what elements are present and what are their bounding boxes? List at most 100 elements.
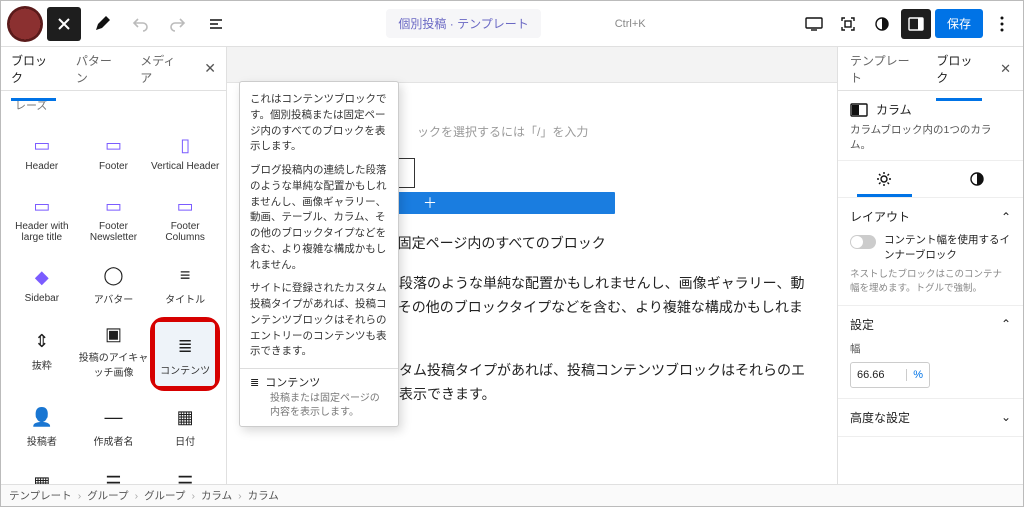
block-item-date[interactable]: ▦ 日付 [150,393,220,457]
block-item-avatar[interactable]: ◯アバター [79,251,149,315]
tooltip-paragraph: ブログ投稿内の連続した段落のような単純な配置かもしれませんし、画像ギャラリー、動… [250,163,388,273]
tab-template[interactable]: テンプレート [850,38,918,100]
tab-patterns[interactable]: パターン [76,38,120,100]
tab-block[interactable]: ブロック [936,38,982,100]
footer-icon: ▭ [102,135,124,157]
block-item-label: コンテンツ [160,362,210,377]
breadcrumb-item[interactable]: カラム [248,488,279,503]
width-input[interactable]: 66.66 % [850,362,930,388]
inserter-close-button[interactable]: ✕ [204,60,216,77]
block-item-label: 投稿のアイキャッチ画像 [79,349,149,379]
footer-news-icon: ▭ [102,195,124,217]
block-inserter-panel: ブロック パターン メディア ✕ レーズ ▭Header▭Footer▯Vert… [1,47,227,484]
block-item-modified[interactable]: ▦変更日 [7,459,77,484]
list-view-button[interactable] [199,7,233,41]
tab-blocks[interactable]: ブロック [11,38,56,100]
close-inserter-button[interactable] [47,7,81,41]
toggle-help-text: ネストしたブロックはこのコンテナ幅を埋めます。トグルで強制。 [850,268,1011,295]
section-settings-toggle[interactable]: 設定⌃ [850,316,1011,333]
block-item-cats[interactable]: ☰カテゴリー [79,459,149,484]
author-icon: 👤 [31,407,53,429]
block-name: カラム [876,101,912,118]
block-item-vertical-header[interactable]: ▯Vertical Header [150,119,220,183]
width-unit-select[interactable]: % [906,369,929,381]
breadcrumb-item[interactable]: カラム [201,488,232,503]
block-item-label: Header [25,161,58,172]
breadcrumb-separator: › [191,490,195,502]
block-item-header-large[interactable]: ▭ Header with large title [7,185,77,249]
block-item-author[interactable]: 👤 投稿者 [7,393,77,457]
undo-button[interactable] [123,7,157,41]
excerpt-icon: ⇕ [31,331,53,353]
breadcrumb-item[interactable]: テンプレート [9,488,72,503]
section-layout-toggle[interactable]: レイアウト⌃ [850,208,1011,225]
contrast-button[interactable] [867,9,897,39]
footer-cols-icon: ▭ [174,195,196,217]
block-item-footer-cols[interactable]: ▭ Footer Columns [150,185,220,249]
section-advanced: 高度な設定⌄ [838,399,1023,437]
block-item-label: Sidebar [25,293,59,304]
block-item-tags[interactable]: ☰タグ [150,459,220,484]
block-item-sidebar[interactable]: ◆Sidebar [7,251,77,315]
edit-tool-button[interactable] [85,7,119,41]
block-item-label: 投稿者 [27,433,57,448]
block-item-label: アバター [94,291,134,306]
block-item-label: Header with large title [7,221,77,243]
save-button[interactable]: 保存 [935,9,983,38]
subtab-styles[interactable] [931,161,1024,197]
settings-sidebar-button[interactable] [901,9,931,39]
canvas-toolbar-blank [227,47,837,83]
content-icon: ≣ [174,336,196,358]
block-description: カラムブロック内の1つのカラム。 [850,122,1011,152]
command-shortcut: Ctrl+K [615,18,646,30]
block-item-excerpt[interactable]: ⇕ 抜粋 [7,317,77,381]
tooltip-title: コンテンツ [265,375,320,392]
options-menu-button[interactable] [987,9,1017,39]
cats-icon: ☰ [102,473,124,485]
block-item-label: 抜粋 [32,357,52,372]
block-item-title[interactable]: ≡タイトル [150,251,220,315]
breadcrumb-item[interactable]: グループ [87,488,128,503]
inner-blocks-width-toggle[interactable] [850,235,876,249]
sidebar-close-button[interactable]: ✕ [1000,61,1011,77]
block-item-label: 日付 [175,433,195,448]
block-item-label: Footer Columns [150,221,220,243]
tab-media[interactable]: メディア [140,38,184,100]
section-advanced-toggle[interactable]: 高度な設定⌄ [850,409,1011,426]
chevron-up-icon: ⌃ [1001,210,1011,224]
tooltip-paragraph: これはコンテンツブロックです。個別投稿または固定ページ内のすべてのブロックを表示… [250,92,388,155]
settings-sidebar: テンプレート ブロック ✕ カラム カラムブロック内の1つのカラム。 レイアウト… [837,47,1023,484]
tooltip-paragraph: サイトに登録されたカスタム投稿タイプがあれば、投稿コンテンツブロックはそれらのエ… [250,281,388,360]
block-item-footer[interactable]: ▭Footer [79,119,149,183]
width-label: 幅 [850,341,1011,356]
view-desktop-button[interactable] [799,9,829,39]
date-icon: ▦ [174,407,196,429]
width-value[interactable]: 66.66 [851,369,906,381]
block-card: カラム カラムブロック内の1つのカラム。 [838,91,1023,161]
chevron-down-icon: ⌄ [1001,410,1011,424]
header-large-icon: ▭ [31,195,53,217]
block-item-footer-news[interactable]: ▭ Footer Newsletter [79,185,149,249]
modified-icon: ▦ [31,473,53,485]
tooltip-title-row: ≣ コンテンツ [250,375,388,392]
site-logo[interactable] [7,6,43,42]
zoom-out-button[interactable] [833,9,863,39]
block-item-content[interactable]: ≣ コンテンツ [155,322,215,386]
section-settings: 設定⌃ 幅 66.66 % [838,306,1023,399]
block-item-authorname[interactable]: —作成者名 [79,393,149,457]
block-item-featured[interactable]: ▣投稿のアイキャッチ画像 [79,317,149,381]
block-item-label: Vertical Header [151,161,219,172]
placeholder-hint: ックを選択するには「/」を入力 [417,123,827,140]
breadcrumb-item[interactable]: グループ [144,488,185,503]
tags-icon: ☰ [174,473,196,485]
tooltip-subtitle: 投稿または固定ページの内容を表示します。 [250,392,388,420]
subtab-settings[interactable] [838,161,931,197]
breadcrumb-separator: › [238,490,242,502]
redo-button[interactable] [161,7,195,41]
document-title[interactable]: 個別投稿 · テンプレート [386,9,540,38]
sidebar-tabs: テンプレート ブロック ✕ [838,47,1023,91]
breadcrumb-separator: › [135,490,139,502]
block-item-header[interactable]: ▭Header [7,119,77,183]
inserter-tabs: ブロック パターン メディア ✕ [1,47,226,91]
block-item-label: Footer Newsletter [79,221,149,243]
